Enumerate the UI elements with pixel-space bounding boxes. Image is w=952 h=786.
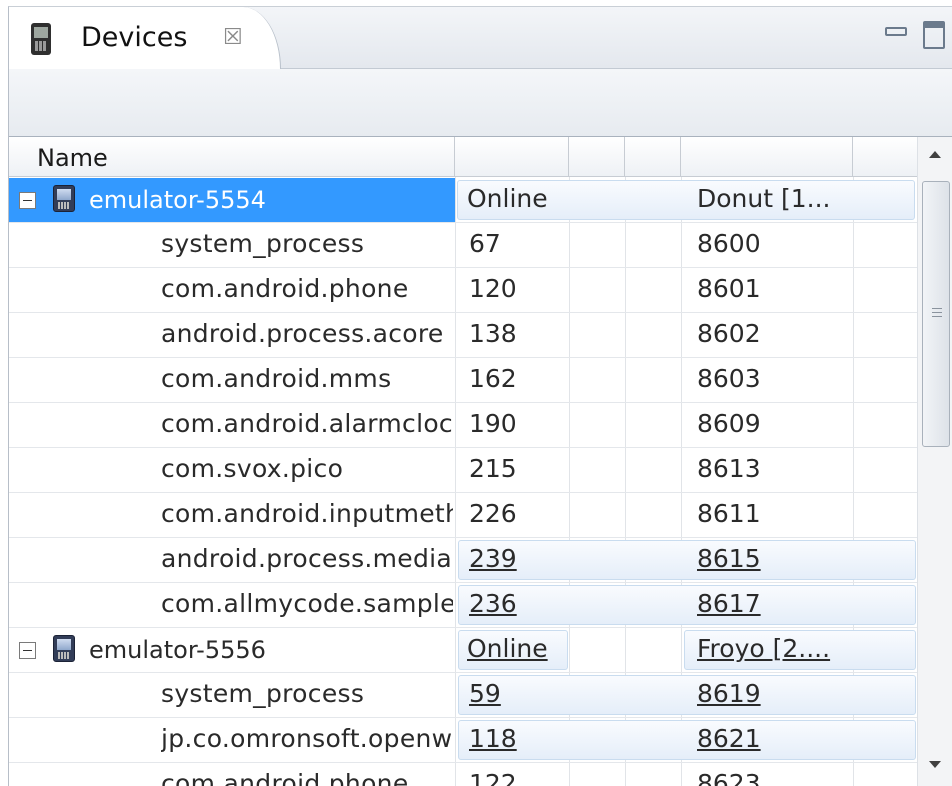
process-port: 8621	[697, 724, 761, 753]
process-pid: 122	[469, 769, 517, 786]
process-pid: 236	[469, 589, 517, 618]
process-pid: 215	[469, 454, 517, 483]
device-row[interactable]: emulator-5554 Online Donut [1...	[9, 178, 917, 223]
process-row[interactable]: android.process.media 239 8615	[9, 538, 917, 583]
devices-tab[interactable]: Devices ☒	[9, 7, 281, 69]
process-port: 8615	[697, 544, 761, 573]
device-row[interactable]: emulator-5556 Online Froyo [2....	[9, 628, 917, 673]
process-port: 8600	[697, 229, 761, 258]
scroll-down-icon[interactable]	[929, 761, 941, 768]
device-name: emulator-5554	[89, 186, 266, 214]
process-port: 8623	[697, 769, 761, 786]
process-row[interactable]: system_process 59 8619	[9, 673, 917, 718]
process-pid: 162	[469, 364, 517, 393]
phone-icon	[31, 23, 51, 55]
process-name: system_process	[161, 679, 365, 708]
device-build: Froyo [2....	[697, 634, 831, 663]
process-port: 8619	[697, 679, 761, 708]
tab-title: Devices	[81, 22, 188, 53]
scrollbar-thumb[interactable]	[922, 181, 950, 447]
process-name: android.process.acore	[161, 319, 444, 348]
process-name: com.android.phone	[161, 769, 409, 786]
view-tab-bar: Devices ☒	[9, 7, 952, 69]
device-process-table: Name emulator-5554 Online Donut [1... syste…	[9, 137, 917, 786]
minimize-icon[interactable]	[885, 27, 907, 36]
process-port: 8617	[697, 589, 761, 618]
process-name: com.svox.pico	[161, 454, 344, 483]
process-row[interactable]: system_process 67 8600	[9, 223, 917, 268]
process-pid: 120	[469, 274, 517, 303]
emulator-device-icon	[53, 185, 75, 212]
process-pid: 118	[469, 724, 517, 753]
emulator-device-icon	[53, 635, 75, 662]
device-status: Online	[467, 634, 548, 663]
process-pid: 190	[469, 409, 517, 438]
process-pid: 67	[469, 229, 501, 258]
maximize-icon[interactable]	[923, 21, 945, 49]
process-port: 8613	[697, 454, 761, 483]
process-row[interactable]: jp.co.omronsoft.openwnn 118 8621	[9, 718, 917, 763]
process-name: jp.co.omronsoft.openwnn	[161, 724, 453, 753]
vertical-scrollbar[interactable]	[917, 137, 952, 786]
process-name: system_process	[161, 229, 365, 258]
process-pid: 138	[469, 319, 517, 348]
device-build: Donut [1...	[697, 184, 831, 213]
process-pid: 59	[469, 679, 501, 708]
process-port: 8603	[697, 364, 761, 393]
collapse-icon[interactable]	[19, 642, 36, 659]
process-row[interactable]: com.android.phone 122 8623	[9, 763, 917, 786]
process-row[interactable]: com.android.inputmethod 226 8611	[9, 493, 917, 538]
process-port: 8609	[697, 409, 761, 438]
column-header[interactable]	[625, 137, 681, 177]
process-row[interactable]: android.process.acore 138 8602	[9, 313, 917, 358]
column-header[interactable]	[455, 137, 569, 177]
column-header[interactable]	[853, 137, 917, 177]
process-name: com.android.phone	[161, 274, 409, 303]
collapse-icon[interactable]	[19, 192, 36, 209]
process-pid: 239	[469, 544, 517, 573]
scroll-up-icon[interactable]	[929, 151, 941, 158]
column-header[interactable]	[681, 137, 853, 177]
process-row[interactable]: com.android.phone 120 8601	[9, 268, 917, 313]
process-pid: 226	[469, 499, 517, 528]
process-row[interactable]: com.allmycode.sample 236 8617	[9, 583, 917, 628]
process-row[interactable]: com.android.alarmclock 190 8609	[9, 403, 917, 448]
toolbar	[9, 69, 952, 183]
process-name: com.android.inputmethod	[161, 499, 453, 528]
process-row[interactable]: com.android.mms 162 8603	[9, 358, 917, 403]
process-port: 8602	[697, 319, 761, 348]
device-name: emulator-5556	[89, 636, 266, 664]
process-port: 8611	[697, 499, 761, 528]
grip-icon	[932, 308, 942, 318]
device-status: Online	[467, 184, 548, 213]
process-name: com.android.mms	[161, 364, 392, 393]
process-name: com.allmycode.sample	[161, 589, 453, 618]
column-header[interactable]	[569, 137, 625, 177]
close-icon[interactable]: ☒	[223, 27, 243, 49]
process-row[interactable]: com.svox.pico 215 8613	[9, 448, 917, 493]
process-name: android.process.media	[161, 544, 453, 573]
column-header-name[interactable]: Name	[9, 137, 455, 177]
devices-view: Devices ☒ Name emulator-5554 Online Donu…	[8, 6, 952, 786]
process-port: 8601	[697, 274, 761, 303]
process-name: com.android.alarmclock	[161, 409, 453, 438]
